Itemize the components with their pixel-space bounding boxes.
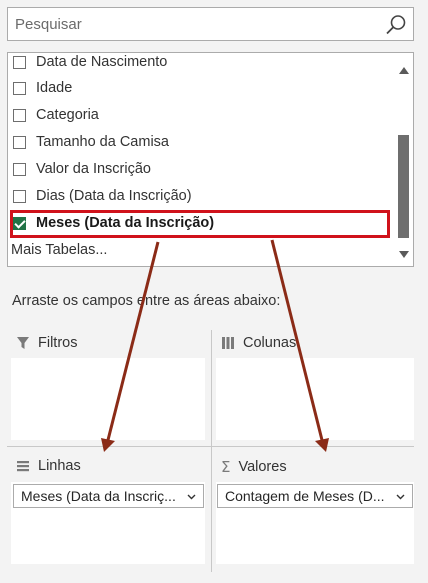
filter-icon [17,337,29,349]
chevron-down-icon[interactable] [396,492,405,501]
highlight-box [10,210,390,238]
drag-instruction: Arraste os campos entre as áreas abaixo: [12,293,281,309]
columns-icon [222,337,234,349]
rows-field-pill[interactable]: Meses (Data da Inscriç... [13,484,204,508]
field-search-box[interactable] [7,7,414,41]
rows-area-title: Linhas [16,458,81,474]
values-label: Valores [238,459,287,475]
field-item-categoria[interactable]: Categoria [11,103,396,127]
columns-area-title: Colunas [221,335,296,351]
scroll-thumb[interactable] [398,135,409,238]
filters-drop-area[interactable] [11,358,205,440]
values-field-label: Contagem de Meses (D... [225,488,385,504]
scroll-up-icon[interactable] [399,67,409,74]
field-checkbox[interactable] [13,108,26,122]
field-label: Tamanho da Camisa [36,134,169,150]
scrollbar[interactable] [397,57,411,262]
more-tables-link[interactable]: Mais Tabelas... [11,242,107,258]
field-item-dias[interactable]: Dias (Data da Inscrição) [11,184,396,208]
field-item-tamanho-camisa[interactable]: Tamanho da Camisa [11,130,396,154]
field-checkbox[interactable] [13,162,26,176]
rows-field-label: Meses (Data da Inscriç... [21,488,176,504]
field-label: Data de Nascimento [36,54,168,70]
rows-label: Linhas [38,458,81,474]
area-divider-vertical [211,330,212,572]
field-item-idade[interactable]: Idade [11,76,396,100]
filters-area-title: Filtros [16,335,77,351]
field-label: Valor da Inscrição [36,161,151,177]
sigma-icon: Σ [221,458,231,476]
field-checkbox[interactable] [13,55,26,69]
field-label: Dias (Data da Inscrição) [36,188,192,204]
field-item-data-nascimento[interactable]: Data de Nascimento [11,53,396,74]
field-item-valor-inscricao[interactable]: Valor da Inscrição [11,157,396,181]
scroll-down-icon[interactable] [399,251,409,258]
pivot-field-list: Data de Nascimento Idade Categoria Taman… [7,52,414,267]
values-field-pill[interactable]: Contagem de Meses (D... [217,484,413,508]
field-label: Categoria [36,107,99,123]
search-icon[interactable] [385,14,407,36]
columns-label: Colunas [243,335,297,351]
field-checkbox[interactable] [13,189,26,203]
rows-icon [17,461,29,472]
filters-label: Filtros [38,335,78,351]
columns-drop-area[interactable] [216,358,414,440]
field-checkbox[interactable] [13,81,26,95]
chevron-down-icon[interactable] [187,492,196,501]
search-input[interactable] [15,14,375,34]
values-area-title: Σ Valores [221,458,287,476]
field-label: Idade [36,80,73,96]
area-divider-horizontal [7,446,414,447]
field-checkbox[interactable] [13,135,26,149]
